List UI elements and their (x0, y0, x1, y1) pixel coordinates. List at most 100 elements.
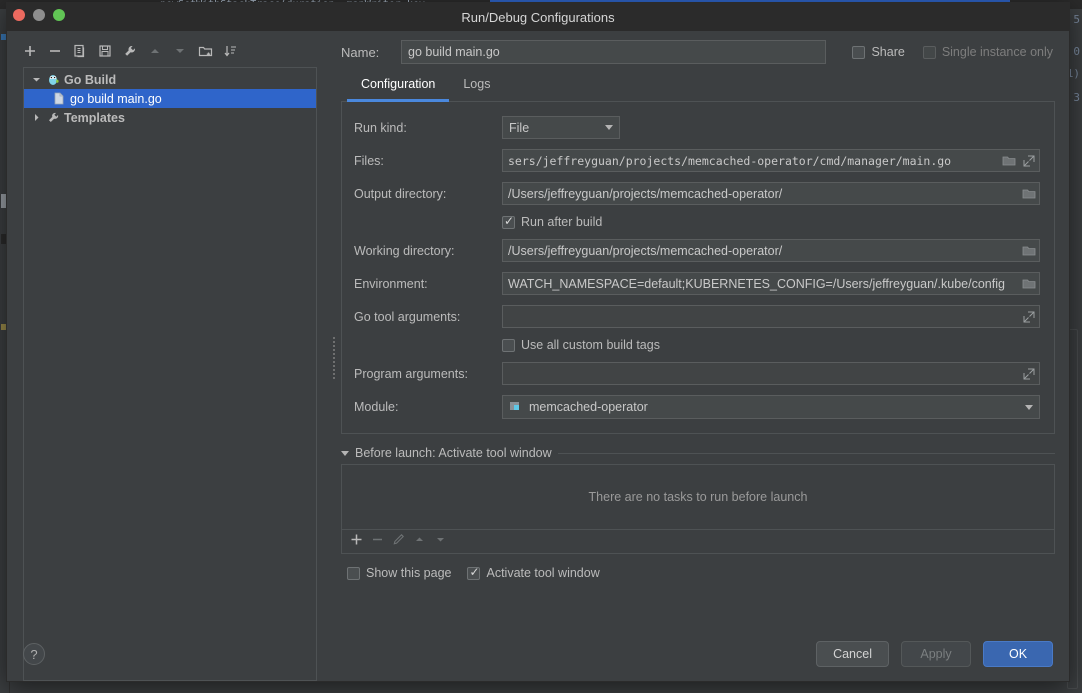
name-input[interactable] (401, 40, 826, 64)
expand-editor-icon[interactable] (1019, 306, 1039, 327)
use-all-custom-build-tags-checkbox[interactable]: Use all custom build tags (502, 338, 660, 352)
run-kind-select[interactable]: File (502, 116, 620, 139)
tab-logs[interactable]: Logs (449, 75, 504, 101)
name-label: Name: (341, 45, 393, 60)
before-launch-title: Before launch: Activate tool window (355, 446, 552, 460)
tree-item-label: go build main.go (70, 92, 162, 106)
show-this-page-label: Show this page (366, 566, 451, 580)
run-after-build-row: Run after build (502, 215, 1040, 229)
add-icon[interactable] (350, 533, 363, 551)
tree-item-label: Go Build (64, 73, 116, 87)
tab-label: Logs (463, 77, 490, 91)
add-icon[interactable] (19, 40, 41, 62)
checkbox-box (923, 46, 936, 59)
ide-right-marker: 5 (1073, 13, 1080, 26)
activate-tool-window-checkbox[interactable]: Activate tool window (467, 566, 599, 580)
single-instance-label: Single instance only (942, 45, 1053, 59)
module-value: memcached-operator (529, 400, 648, 414)
tab-configuration[interactable]: Configuration (347, 75, 449, 101)
run-config-icon (52, 92, 66, 105)
apply-button[interactable]: Apply (901, 641, 971, 667)
chevron-right-icon[interactable] (30, 113, 42, 122)
sort-icon[interactable] (219, 40, 241, 62)
program-arguments-input[interactable] (502, 362, 1040, 385)
before-launch-task-list[interactable]: There are no tasks to run before launch (341, 464, 1055, 530)
browse-folder-icon[interactable] (1019, 273, 1039, 294)
go-tool-arguments-row: Go tool arguments: (354, 305, 1040, 328)
tab-label: Configuration (361, 77, 435, 91)
zoom-window-button[interactable] (53, 9, 65, 21)
run-after-build-checkbox[interactable]: Run after build (502, 215, 602, 229)
chevron-down-icon[interactable] (341, 451, 349, 456)
output-directory-input[interactable]: /Users/jeffreyguan/projects/memcached-op… (502, 182, 1040, 205)
configuration-tabs: Configuration Logs (341, 75, 1055, 101)
cancel-button[interactable]: Cancel (816, 641, 889, 667)
help-button[interactable]: ? (23, 643, 45, 665)
single-instance-only-checkbox[interactable]: Single instance only (923, 45, 1053, 59)
remove-icon (371, 533, 384, 551)
tree-item-go-build[interactable]: Go Build (24, 70, 316, 89)
share-options: Share Single instance only (852, 45, 1055, 59)
move-up-icon (144, 40, 166, 62)
pane-splitter[interactable] (329, 31, 339, 681)
chevron-down-icon (1025, 405, 1033, 410)
configurations-toolbar (7, 37, 329, 65)
move-up-icon (413, 533, 426, 551)
save-icon[interactable] (94, 40, 116, 62)
files-input[interactable]: sers/jeffreyguan/projects/memcached-oper… (502, 149, 1040, 172)
module-icon (509, 400, 523, 415)
output-directory-label: Output directory: (354, 187, 502, 201)
ide-right-marker: 3 (1073, 91, 1080, 104)
tree-item-go-build-main-go[interactable]: go build main.go (24, 89, 316, 108)
environment-input[interactable]: WATCH_NAMESPACE=default;KUBERNETES_CONFI… (502, 272, 1040, 295)
browse-folder-icon[interactable] (1019, 240, 1039, 261)
working-directory-row: Working directory: /Users/jeffreyguan/pr… (354, 239, 1040, 262)
remove-icon[interactable] (44, 40, 66, 62)
run-kind-value: File (509, 121, 529, 135)
files-row: Files: sers/jeffreyguan/projects/memcach… (354, 149, 1040, 172)
minimize-window-button[interactable] (33, 9, 45, 21)
before-launch-empty-message: There are no tasks to run before launch (589, 490, 808, 504)
checkbox-box (347, 567, 360, 580)
ok-button[interactable]: OK (983, 641, 1053, 667)
ide-right-marker: 0 (1073, 45, 1080, 58)
working-directory-input[interactable]: /Users/jeffreyguan/projects/memcached-op… (502, 239, 1040, 262)
expand-editor-icon[interactable] (1019, 150, 1039, 171)
go-tool-arguments-input[interactable] (502, 305, 1040, 328)
module-row: Module: memcached-operator (354, 395, 1040, 419)
splitter-grip[interactable] (332, 336, 336, 380)
before-launch-section: Before launch: Activate tool window Ther… (341, 446, 1055, 580)
browse-folder-icon[interactable] (1019, 183, 1039, 204)
copy-icon[interactable] (69, 40, 91, 62)
wrench-icon[interactable] (119, 40, 141, 62)
show-this-page-checkbox[interactable]: Show this page (347, 566, 451, 580)
dialog-actions: Cancel Apply OK (816, 641, 1053, 667)
environment-value: WATCH_NAMESPACE=default;KUBERNETES_CONFI… (503, 277, 1019, 291)
program-arguments-label: Program arguments: (354, 367, 502, 381)
tree-item-templates[interactable]: Templates (24, 108, 316, 127)
working-directory-label: Working directory: (354, 244, 502, 258)
name-row: Name: Share Single instance only (341, 37, 1055, 67)
program-arguments-row: Program arguments: (354, 362, 1040, 385)
checkbox-box (502, 339, 515, 352)
expand-editor-icon[interactable] (1019, 363, 1039, 384)
close-window-button[interactable] (13, 9, 25, 21)
move-down-icon (434, 533, 447, 551)
checkbox-box (852, 46, 865, 59)
new-folder-icon[interactable] (194, 40, 216, 62)
configurations-tree[interactable]: Go Build go build main.go (23, 67, 317, 681)
output-directory-row: Output directory: /Users/jeffreyguan/pro… (354, 182, 1040, 205)
chevron-down-icon[interactable] (30, 75, 42, 84)
chevron-down-icon (605, 125, 613, 130)
tree-item-label: Templates (64, 111, 125, 125)
browse-folder-icon[interactable] (999, 150, 1019, 171)
environment-row: Environment: WATCH_NAMESPACE=default;KUB… (354, 272, 1040, 295)
dialog-title: Run/Debug Configurations (461, 10, 614, 25)
dialog-titlebar: Run/Debug Configurations (7, 3, 1069, 31)
environment-label: Environment: (354, 277, 502, 291)
window-controls (13, 9, 65, 21)
before-launch-header[interactable]: Before launch: Activate tool window (341, 446, 1055, 460)
share-checkbox[interactable]: Share (852, 45, 904, 59)
module-select[interactable]: memcached-operator (502, 395, 1040, 419)
run-debug-configurations-dialog: Run/Debug Configurations (6, 2, 1070, 682)
